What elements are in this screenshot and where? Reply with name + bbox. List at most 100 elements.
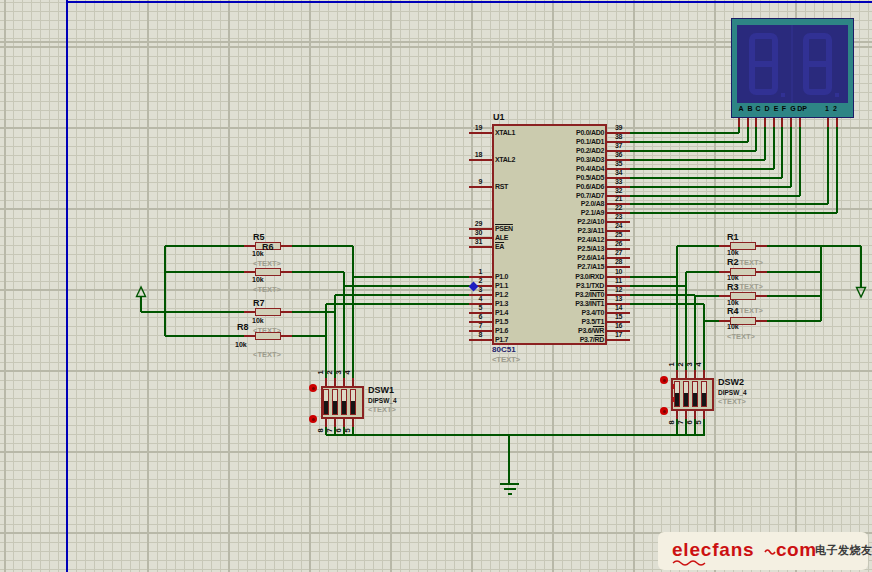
resistor-text-placeholder: <TEXT> — [253, 259, 281, 268]
chip-pin-number: 15 — [607, 313, 630, 320]
resistor-value[interactable]: 10k — [727, 323, 739, 330]
chip-pin-label: XTAL1 — [495, 129, 515, 136]
resistor-body-R8[interactable] — [255, 332, 281, 340]
chip-pin-stub[interactable] — [607, 339, 630, 341]
watermark: elecfans com 电子发烧友 — [658, 532, 868, 570]
dip-pin-label: 8 — [667, 418, 676, 427]
chip-pin-label: P0.5/AD5 — [530, 174, 604, 181]
dip-switch-lever[interactable] — [324, 401, 328, 414]
chip-pin-label: P1.2 — [495, 291, 508, 298]
chip-pin-number: 39 — [607, 124, 630, 131]
schematic-canvas[interactable]: U1 80C51 <TEXT> 19XTAL118XTAL29RST29PSEN… — [0, 0, 872, 572]
chip-pin-label: P0.0/AD0 — [530, 129, 604, 136]
seven-seg-display[interactable] — [731, 18, 854, 118]
dip-pin-stub — [352, 378, 354, 386]
chip-pin-label: P1.6 — [495, 327, 508, 334]
resistor-body-R7[interactable] — [255, 308, 281, 316]
dip-pin-label: 5 — [694, 418, 703, 427]
dip-switch-lever[interactable] — [342, 401, 346, 414]
resistor-value[interactable]: 10k — [727, 274, 739, 281]
chip-pin-label: P1.7 — [495, 336, 508, 343]
chip-value[interactable]: 80C51 — [492, 345, 516, 354]
chip-pin-number: 37 — [607, 142, 630, 149]
resistor-ref[interactable]: R2 — [727, 257, 739, 267]
chip-pin-stub[interactable] — [469, 339, 492, 341]
chip-pin-number: 9 — [461, 178, 482, 185]
resistor-ref[interactable]: R1 — [727, 232, 739, 242]
resistor-ref[interactable]: R3 — [727, 282, 739, 292]
chip-pin-number: 35 — [607, 160, 630, 167]
chip-pin-number: 6 — [461, 313, 482, 320]
chip-ref[interactable]: U1 — [493, 112, 505, 122]
dip-pin-label: 2 — [676, 360, 685, 369]
display-pin-stub — [747, 118, 749, 127]
dip-marker-dot-center — [663, 379, 666, 382]
chip-pin-label: P1.3 — [495, 300, 508, 307]
dip-part[interactable]: DIPSW_4 — [368, 397, 397, 404]
chip-pin-label: P0.3/AD3 — [530, 156, 604, 163]
terminal-up-arrow[interactable] — [133, 284, 149, 300]
resistor-lead — [244, 335, 255, 337]
resistor-value[interactable]: 10k — [235, 341, 247, 348]
resistor-ref[interactable]: R6 — [262, 242, 274, 252]
dip-pin-stub — [352, 419, 354, 427]
resistor-value[interactable]: 10k — [727, 299, 739, 306]
chip-pin-label: P2.4/A12 — [530, 236, 604, 243]
resistor-value[interactable]: 10k — [252, 317, 264, 324]
resistor-ref[interactable]: R5 — [253, 232, 265, 242]
dip-text-placeholder: <TEXT> — [718, 397, 746, 406]
dip-switch-lever[interactable] — [675, 393, 679, 406]
dip-part[interactable]: DIPSW_4 — [718, 389, 747, 396]
dip-pin-stub — [343, 378, 345, 386]
display-pin-stub — [738, 118, 740, 127]
dip-switch-lever[interactable] — [351, 401, 355, 414]
dip-pin-stub — [325, 378, 327, 386]
chip-pin-stub[interactable] — [469, 159, 492, 161]
chip-pin-label: P2.7/A15 — [530, 263, 604, 270]
dip-ref[interactable]: DSW2 — [718, 377, 744, 387]
chip-pin-number: 36 — [607, 151, 630, 158]
display-pin-stub — [799, 118, 801, 127]
display-dp-2 — [835, 93, 839, 97]
chip-pin-label: P2.5/A13 — [530, 245, 604, 252]
watermark-brand: elecfans — [672, 539, 754, 561]
chip-pin-label: P3.1/TXD — [530, 282, 604, 289]
dip-ref[interactable]: DSW1 — [368, 385, 394, 395]
resistor-body-R6[interactable] — [255, 268, 281, 276]
resistor-ref[interactable]: R7 — [253, 298, 265, 308]
display-digit-1-middle — [751, 61, 776, 67]
chip-pin-number: 24 — [607, 222, 630, 229]
terminal-down-arrow[interactable] — [853, 284, 869, 300]
resistor-lead — [281, 271, 292, 273]
dip-marker-dot-center — [663, 410, 666, 413]
resistor-ref[interactable]: R8 — [237, 322, 249, 332]
dip-switch-lever[interactable] — [702, 393, 706, 406]
chip-pin-stub[interactable] — [469, 132, 492, 134]
resistor-ref[interactable]: R4 — [727, 306, 739, 316]
resistor-lead — [244, 271, 255, 273]
chip-pin-number: 5 — [461, 304, 482, 311]
dip-pin-label: 4 — [694, 360, 703, 369]
resistor-lead — [244, 245, 255, 247]
resistor-value[interactable]: 10k — [252, 276, 264, 283]
dip-pin-stub — [694, 370, 696, 378]
chip-pin-stub[interactable] — [469, 246, 492, 248]
chip-pin-label: ALE — [495, 234, 508, 241]
dip-pin-stub — [334, 378, 336, 386]
chip-pin-label: P1.4 — [495, 309, 508, 316]
chip-pin-number: 8 — [461, 331, 482, 338]
display-pin-stub — [781, 118, 783, 127]
chip-pin-number: 25 — [607, 231, 630, 238]
dip-pin-label: 5 — [343, 426, 352, 435]
chip-pin-stub[interactable] — [469, 186, 492, 188]
resistor-text-placeholder: <TEXT> — [253, 350, 281, 359]
chip-pin-label: P3.0/RXD — [530, 273, 604, 280]
chip-pin-label: P3.2/INT0 — [530, 291, 604, 298]
dip-switch-lever[interactable] — [693, 393, 697, 406]
dip-marker-dot-center — [312, 418, 315, 421]
dip-switch-lever[interactable] — [684, 393, 688, 406]
dip-switch-lever[interactable] — [333, 401, 337, 414]
chip-pin-number: 16 — [607, 322, 630, 329]
resistor-lead — [244, 311, 255, 313]
resistor-value[interactable]: 10k — [727, 249, 739, 256]
